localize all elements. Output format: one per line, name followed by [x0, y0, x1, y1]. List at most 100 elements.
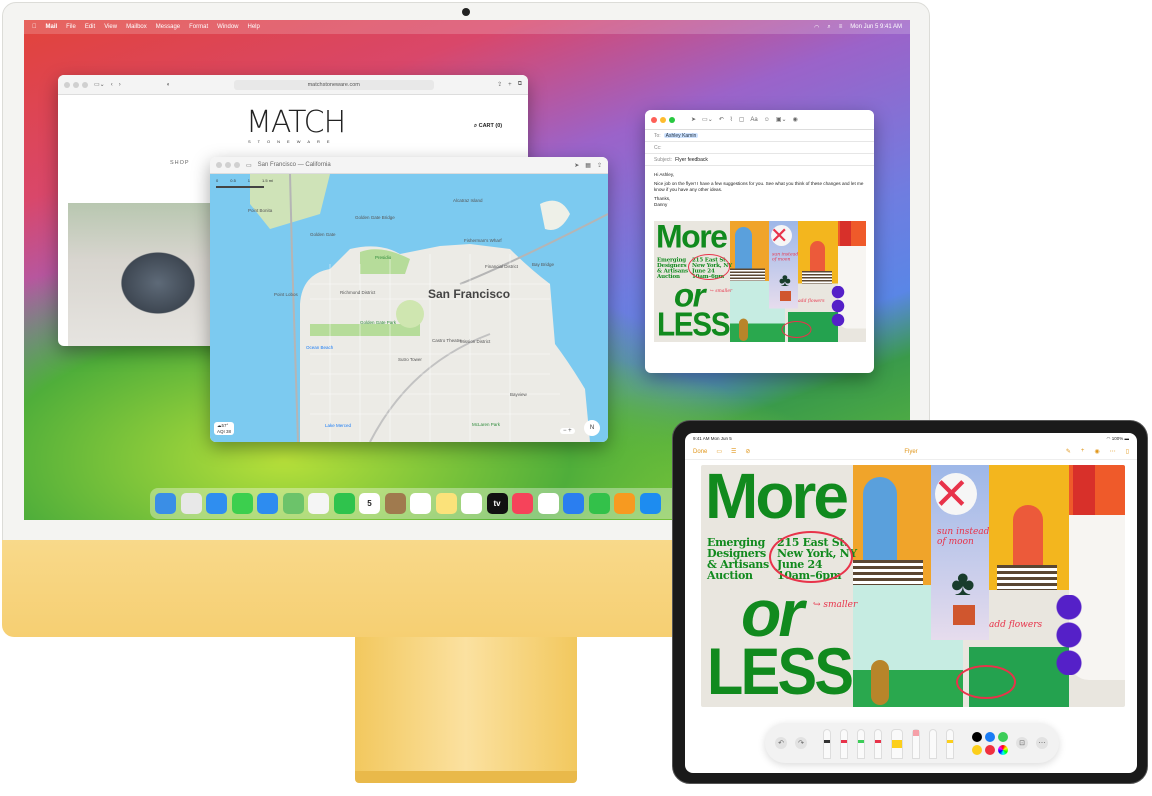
text-box-icon[interactable]: ⊡ — [1016, 737, 1028, 749]
zoom-control[interactable]: − + — [560, 428, 575, 434]
menu-message[interactable]: Message — [156, 24, 180, 30]
sidebar-icon[interactable]: ▭ — [246, 162, 252, 169]
menu-window[interactable]: Window — [217, 24, 238, 30]
monoline-tool[interactable] — [840, 729, 848, 759]
flyer-attachment[interactable]: ✕ ♣ More Emerging Designers & Artisans Auct… — [654, 221, 866, 342]
dock-reminders-icon[interactable] — [410, 493, 431, 514]
window-controls[interactable] — [216, 162, 240, 168]
dock-facetime-icon[interactable] — [333, 493, 355, 514]
attach-icon[interactable]: ⌇ — [730, 116, 733, 123]
compass[interactable]: N — [584, 420, 600, 436]
dock-maps-icon[interactable] — [282, 493, 304, 514]
more-icon[interactable]: ⋯ — [1110, 448, 1116, 455]
lasso-tool[interactable] — [929, 729, 937, 759]
map-label[interactable]: Point Lobos — [274, 292, 298, 297]
send-icon[interactable]: ➤ — [691, 116, 696, 123]
wifi-icon[interactable]: ◠ — [814, 24, 819, 31]
hide-icon[interactable]: ◉ — [793, 116, 798, 123]
spotlight-icon[interactable]: ⌕ — [827, 24, 830, 31]
menu-mailbox[interactable]: Mailbox — [126, 24, 147, 30]
dock-messages-icon[interactable] — [231, 493, 253, 514]
weather-widget[interactable]: ☁57° AQI 38 — [214, 422, 235, 435]
menu-file[interactable]: File — [66, 24, 76, 30]
pen-tool[interactable] — [823, 729, 831, 759]
dock-freeform-icon[interactable] — [461, 493, 482, 514]
dock-finder-icon[interactable] — [155, 493, 176, 514]
dock-app-store-icon[interactable] — [639, 493, 661, 514]
share-icon[interactable]: ⇪ — [497, 81, 502, 88]
control-center-icon[interactable]: ≡ — [839, 24, 843, 31]
dock-tv-icon[interactable]: tv — [486, 493, 508, 514]
menu-view[interactable]: View — [104, 24, 117, 30]
dock-numbers-icon[interactable] — [588, 493, 610, 514]
shop-link[interactable]: SHOP — [170, 160, 190, 166]
dock-news-icon[interactable] — [537, 493, 559, 514]
dock-calendar-icon[interactable]: 5 — [359, 493, 380, 514]
color-swatch[interactable] — [985, 731, 995, 742]
cart-link[interactable]: ⌕ CART (0) — [474, 123, 502, 130]
map-mode-icon[interactable]: ▦ — [585, 162, 591, 169]
sidebar-icon[interactable]: ▭⌄ — [94, 81, 105, 88]
menu-edit[interactable]: Edit — [85, 24, 95, 30]
menu-help[interactable]: Help — [248, 24, 260, 30]
menu-format[interactable]: Format — [189, 24, 208, 30]
menu-clock[interactable]: Mon Jun 5 9:41 AM — [850, 24, 902, 31]
markup-icon[interactable]: ▢ — [739, 116, 745, 123]
dock-mail-icon[interactable] — [257, 493, 278, 514]
map-label[interactable]: McLaren Park — [472, 422, 500, 427]
map-label[interactable]: Financial District — [485, 264, 518, 269]
dock-pages-icon[interactable] — [614, 493, 635, 514]
eraser-tool[interactable] — [912, 729, 920, 759]
map-label[interactable]: Point Bonita — [248, 208, 272, 213]
dock-launchpad-icon[interactable] — [180, 493, 202, 514]
add-icon[interactable]: + — [1081, 448, 1085, 455]
color-swatch[interactable] — [972, 731, 982, 742]
dock-contacts-icon[interactable] — [384, 493, 406, 514]
photo-icon[interactable]: ▣⌄ — [776, 116, 787, 123]
undo-icon[interactable]: ↶ — [775, 737, 787, 749]
site-logo[interactable]: MATCH — [246, 105, 346, 140]
sidebar-icon[interactable]: ▭ — [716, 448, 722, 455]
back-icon[interactable]: ‹ — [111, 82, 113, 88]
dock-safari-icon[interactable] — [206, 493, 227, 514]
dock-notes-icon[interactable] — [435, 493, 457, 514]
map-label[interactable]: Golden Gate Park — [360, 320, 396, 325]
map-label[interactable]: Bay Bridge — [532, 262, 554, 267]
format-icon[interactable]: Aa — [750, 117, 757, 123]
color-swatch[interactable] — [998, 731, 1008, 742]
apple-menu-icon[interactable]:  — [32, 24, 37, 30]
map-label[interactable]: Sutro Tower — [398, 357, 422, 362]
flyer-canvas[interactable]: ✕ ♣ More Emerging Designers & Artisans Auct… — [701, 465, 1125, 707]
dock-keynote-icon[interactable] — [563, 493, 584, 514]
redo-icon[interactable]: ↷ — [795, 737, 807, 749]
list-icon[interactable]: ☰ — [731, 448, 736, 455]
window-controls[interactable] — [651, 116, 675, 123]
map-label[interactable]: Bayview — [510, 392, 527, 397]
product-image[interactable] — [68, 203, 218, 346]
forward-icon[interactable]: › — [119, 82, 121, 88]
collaborate-icon[interactable]: ◉ — [1094, 448, 1099, 455]
map-label[interactable]: Mission District — [460, 339, 490, 344]
map-label[interactable]: Fisherman's Wharf — [464, 238, 502, 243]
header-fields-icon[interactable]: ▭⌄ — [702, 116, 713, 123]
location-icon[interactable]: ➤ — [574, 162, 579, 169]
map-label[interactable]: Ocean Beach — [306, 345, 333, 350]
new-tab-icon[interactable]: + — [508, 82, 512, 88]
window-controls[interactable] — [64, 81, 88, 88]
menu-mail[interactable]: Mail — [46, 24, 58, 30]
reply-icon[interactable]: ↶ — [719, 116, 724, 123]
map-label[interactable]: Lake Merced — [325, 423, 351, 428]
watercolor-tool[interactable] — [891, 729, 903, 759]
map-label[interactable]: Alcatraz Island — [453, 198, 483, 203]
message-body[interactable]: Hi Ashley, Nice job on the flyer! I have… — [645, 166, 874, 214]
map-label[interactable]: Presidio — [375, 255, 391, 260]
tabs-icon[interactable]: ⧉ — [518, 81, 522, 88]
share-icon[interactable]: ▯ — [1126, 448, 1129, 455]
crayon-tool[interactable] — [874, 729, 882, 759]
share-icon[interactable]: ⇪ — [597, 162, 602, 169]
map-canvas[interactable]: 0 0.5 1 1.5 mi San Francisco Point Bonita G… — [210, 173, 608, 442]
subject-field[interactable]: Subject: Flyer feedback — [645, 154, 874, 166]
address-bar[interactable]: matchstoneware.com — [233, 79, 434, 90]
marker-tool[interactable] — [857, 729, 865, 759]
color-swatch[interactable] — [985, 744, 995, 755]
